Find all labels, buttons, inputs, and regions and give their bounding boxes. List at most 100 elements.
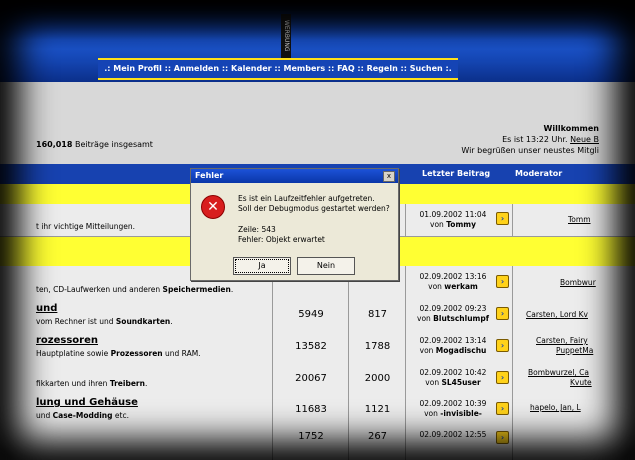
post-count: 267 — [348, 425, 406, 460]
goto-last-post-icon[interactable]: › — [496, 307, 509, 320]
last-post-user[interactable]: -invisible- — [440, 409, 482, 418]
last-post-date: 02.09.2002 10:39 — [419, 399, 487, 408]
forum-page: WERBUNG .: Mein Profil :: Anmelden :: Ka… — [0, 0, 635, 460]
forum-desc: ten, CD-Laufwerken und anderen Speicherm… — [36, 285, 233, 294]
post-count: 2000 — [348, 362, 406, 394]
by-label: von — [425, 378, 442, 387]
forum-desc-text: fikkarten und ihren — [36, 379, 110, 388]
welcome-title: Willkommen — [543, 124, 599, 133]
moderator-link[interactable]: PuppetMa — [556, 346, 593, 356]
goto-last-post-icon[interactable]: › — [496, 371, 509, 384]
newest-member-text: Wir begrüßen unser neustes Mitgli — [461, 146, 599, 155]
last-post-user[interactable]: SL45user — [441, 378, 480, 387]
moderator-link[interactable]: Carsten, Fairy — [536, 336, 588, 346]
post-count: 1121 — [348, 394, 406, 425]
close-icon[interactable]: x — [383, 171, 395, 182]
forum-desc-end: und RAM. — [162, 349, 201, 358]
last-post-info: 02.09.2002 10:39 von -invisible- — [412, 399, 494, 419]
last-post-user[interactable]: Blutschlumpf — [433, 314, 489, 323]
forum-desc-bold: Soundkarten — [115, 317, 171, 326]
goto-last-post-icon[interactable]: › — [496, 402, 509, 415]
goto-last-post-icon[interactable]: › — [496, 275, 509, 288]
forum-desc: vom Rechner ist und Soundkarten. — [36, 317, 173, 326]
dialog-title: Fehler — [195, 171, 224, 180]
last-post-user[interactable]: werkam — [444, 282, 478, 291]
error-icon: ✕ — [201, 195, 225, 219]
last-post-info: 02.09.2002 09:23 von Blutschlumpf — [412, 304, 494, 324]
last-post-user[interactable]: Mogadischu — [436, 346, 487, 355]
moderator-link[interactable]: hapelo, Jan, L — [530, 403, 581, 413]
dialog-error-text: Fehler: Objekt erwartet — [238, 235, 325, 244]
forum-desc-end: . — [170, 317, 173, 326]
last-post-date: 01.09.2002 11:04 — [419, 210, 487, 219]
moderator-link[interactable]: Tomm — [568, 215, 591, 225]
forum-desc-end: . — [144, 379, 148, 388]
header-moderator: Moderator — [515, 169, 563, 178]
forum-desc-bold: Prozessoren — [110, 349, 163, 358]
forum-desc: und Case-Modding etc. — [36, 411, 129, 420]
forum-desc-end: . — [230, 285, 234, 294]
thread-count: 1752 — [272, 425, 349, 460]
forum-desc: t ihr vichtige Mitteilungen. — [36, 222, 136, 231]
error-dialog: Fehler x ✕ Es ist ein Laufzeitfehler auf… — [190, 168, 399, 281]
dialog-line-number: Zeile: 543 — [238, 225, 276, 234]
forum-desc-end: etc. — [112, 411, 129, 420]
last-post-user[interactable]: Tommy — [446, 220, 476, 229]
forum-desc: Hauptplatine sowie Prozessoren und RAM. — [36, 349, 201, 358]
time-text: Es ist 13:22 Uhr. — [502, 135, 571, 144]
nav-bar[interactable]: .: Mein Profil :: Anmelden :: Kalender :… — [98, 58, 458, 80]
yes-button[interactable]: Ja — [233, 257, 291, 275]
moderator-link[interactable]: Kvute — [570, 378, 592, 388]
dialog-titlebar[interactable]: Fehler — [191, 169, 398, 183]
thread-count: 11683 — [272, 394, 349, 425]
moderator-link[interactable]: Bombwurzel, Ca — [528, 368, 589, 378]
by-label: von — [424, 409, 441, 418]
goto-last-post-icon[interactable]: › — [496, 339, 509, 352]
thread-count: 5949 — [272, 298, 349, 330]
new-posts-link[interactable]: Neue B — [570, 135, 599, 144]
last-post-info: 01.09.2002 11:04 von Tommy — [412, 210, 494, 230]
post-total-label: Beiträge insgesamt — [72, 140, 153, 149]
goto-last-post-icon[interactable]: › — [496, 212, 509, 225]
header-shadow — [0, 0, 635, 40]
by-label: von — [430, 220, 447, 229]
forum-desc-bold: Case-Modding — [52, 411, 113, 420]
header-last-post: Letzter Beitrag — [422, 169, 491, 178]
forum-title-link[interactable]: lung und Gehäuse — [36, 397, 138, 408]
forum-desc-text: ten, CD-Laufwerken und anderen — [36, 285, 163, 294]
last-post-date: 02.09.2002 09:23 — [419, 304, 487, 313]
dialog-message-line2: Soll der Debugmodus gestartet werden? — [238, 204, 390, 213]
forum-desc-text: und — [36, 411, 53, 420]
last-post-date: 02.09.2002 13:16 — [419, 272, 487, 281]
post-count: 817 — [348, 298, 406, 330]
last-post-date: 02.09.2002 12:55 — [419, 430, 487, 439]
last-post-date: 02.09.2002 13:14 — [419, 336, 487, 345]
by-label: von — [417, 314, 434, 323]
last-post-info: 02.09.2002 13:16 von werkam — [412, 272, 494, 292]
no-button[interactable]: Nein — [297, 257, 355, 275]
post-count: 1788 — [348, 330, 406, 362]
forum-desc-bold: Treibern — [109, 379, 145, 388]
post-total: 160,018 — [36, 140, 73, 149]
last-post-date: 02.09.2002 10:42 — [419, 368, 487, 377]
forum-title-link[interactable]: rozessoren — [36, 335, 98, 346]
forum-desc: fikkarten und ihren Treibern. — [36, 379, 147, 388]
by-label: von — [419, 346, 436, 355]
moderator-link[interactable]: Bombwur — [560, 278, 596, 288]
werbung-label: WERBUNG — [281, 14, 291, 58]
forum-title-link[interactable]: und — [36, 303, 57, 314]
forum-desc-text: Hauptplatine sowie — [36, 349, 111, 358]
post-stats: 160,018 Beiträge insgesamt — [36, 140, 153, 149]
welcome-box: Willkommen Es ist 13:22 Uhr. Neue B Wir … — [461, 123, 599, 156]
last-post-info: 02.09.2002 13:14 von Mogadischu — [412, 336, 494, 356]
moderator-link[interactable]: Carsten, Lord Kv — [526, 310, 588, 320]
forum-desc-text: vom Rechner ist und — [36, 317, 116, 326]
table-row[interactable]: 1752 267 — [0, 425, 635, 460]
forum-desc-bold: Speichermedien — [162, 285, 231, 294]
by-label: von — [428, 282, 445, 291]
dialog-message-line1: Es ist ein Laufzeitfehler aufgetreten. — [238, 194, 375, 203]
last-post-info: 02.09.2002 10:42 von SL45user — [412, 368, 494, 388]
goto-last-post-icon[interactable]: › — [496, 431, 509, 444]
thread-count: 20067 — [272, 362, 349, 394]
thread-count: 13582 — [272, 330, 349, 362]
